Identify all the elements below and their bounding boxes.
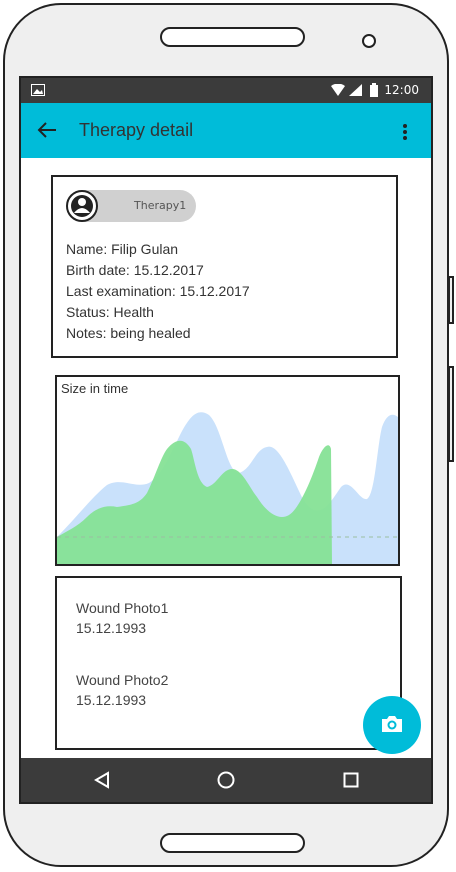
navigation-bar	[21, 758, 431, 802]
volume-button	[448, 366, 454, 462]
back-arrow-icon[interactable]	[37, 121, 57, 139]
status-time: 12:00	[384, 83, 419, 97]
photo-item-1[interactable]: Wound Photo1 15.12.1993	[76, 598, 168, 638]
image-notification-icon	[31, 84, 45, 96]
recents-icon[interactable]	[343, 772, 359, 788]
page-title: Therapy detail	[79, 120, 194, 140]
home-slot	[160, 833, 305, 853]
photo-date: 15.12.1993	[76, 620, 147, 636]
patient-notes: Notes: being healed	[66, 325, 191, 341]
photo-name: Wound Photo1	[76, 600, 169, 616]
more-menu-icon[interactable]	[402, 123, 408, 141]
patient-name: Name: Filip Gulan	[66, 241, 179, 257]
person-icon	[71, 195, 93, 217]
wifi-icon	[331, 84, 345, 96]
wound-photos-card: Wound Photo1 15.12.1993 Wound Photo2 15.…	[55, 576, 402, 750]
back-icon[interactable]	[93, 771, 111, 789]
battery-icon	[370, 83, 378, 97]
size-chart-card: Size in time	[55, 375, 400, 566]
patient-last-examination: Last examination: 15.12.2017	[66, 283, 250, 299]
speaker-grille	[160, 27, 305, 47]
power-button	[448, 276, 454, 324]
status-bar: 12:00	[21, 78, 431, 103]
size-chart	[57, 412, 398, 564]
camera-fab[interactable]	[363, 696, 421, 754]
chart-title: Size in time	[61, 381, 129, 396]
photo-name: Wound Photo2	[76, 672, 169, 688]
patient-info: Name: Filip Gulan Birth date: 15.12.2017…	[66, 239, 250, 344]
chip-label: Therapy1	[134, 199, 187, 212]
screen: 12:00 Therapy detail Therapy1 Name: Fili…	[19, 76, 433, 804]
patient-card: Therapy1 Name: Filip Gulan Birth date: 1…	[51, 175, 398, 358]
camera-icon	[382, 716, 402, 732]
app-bar: Therapy detail	[21, 103, 431, 158]
photo-item-2[interactable]: Wound Photo2 15.12.1993	[76, 670, 168, 710]
front-camera	[362, 34, 376, 48]
home-icon[interactable]	[217, 771, 235, 789]
avatar	[66, 190, 98, 222]
signal-icon	[349, 84, 362, 96]
photo-date: 15.12.1993	[76, 692, 147, 708]
patient-birth-date: Birth date: 15.12.2017	[66, 262, 204, 278]
patient-status: Status: Health	[66, 304, 154, 320]
therapy-chip[interactable]: Therapy1	[66, 190, 196, 222]
